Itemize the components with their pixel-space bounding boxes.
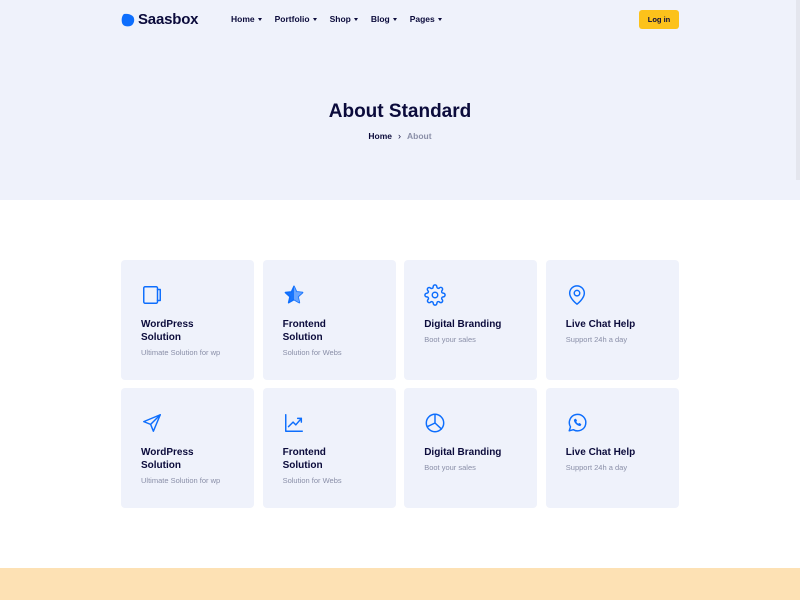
page-title: About Standard	[328, 101, 472, 122]
card-subtitle: Boot your sales	[424, 335, 476, 344]
features-grid: WordPress Solution Ultimate Solution for…	[121, 260, 679, 508]
card-title: Live Chat Help	[565, 447, 636, 458]
feature-card[interactable]: WordPress Solution Ultimate Solution for…	[121, 388, 254, 508]
menu-item-shop[interactable]: Shop	[330, 14, 358, 24]
main-menu: Home Portfolio Shop Blog Pages	[231, 14, 455, 24]
brand-name: Saasbox	[138, 11, 199, 28]
menu-item-home[interactable]: Home	[231, 14, 262, 24]
feature-card[interactable]: Digital Branding Boot your sales	[404, 260, 538, 380]
menu-item-blog[interactable]: Blog	[371, 14, 397, 24]
card-title: Frontend Solution	[282, 447, 326, 471]
card-subtitle: Support 24h a day	[565, 463, 628, 472]
trending-up-icon	[284, 414, 303, 432]
feature-card[interactable]: Frontend Solution Solution for Webs	[262, 260, 396, 380]
chevron-down-icon	[353, 17, 358, 21]
feature-card[interactable]: Live Chat Help Support 24h a day	[545, 260, 679, 380]
menu-item-label: Home	[231, 14, 255, 24]
send-icon	[143, 414, 161, 432]
feature-card[interactable]: Frontend Solution Solution for Webs	[262, 388, 396, 508]
card-subtitle: Support 24h a day	[565, 335, 628, 344]
card-title: Live Chat Help	[565, 319, 636, 330]
card-title: WordPress Solution	[141, 319, 194, 343]
scrollbar[interactable]	[796, 0, 800, 180]
menu-item-pages[interactable]: Pages	[410, 14, 442, 24]
tablet-icon	[143, 286, 161, 304]
navbar: Saasbox Home Portfolio Shop Blog Pages L…	[121, 10, 679, 30]
gear-icon	[424, 284, 446, 306]
card-subtitle: Solution for Webs	[282, 476, 342, 485]
chevron-down-icon	[392, 17, 397, 21]
card-subtitle: Ultimate Solution for wp	[141, 348, 221, 357]
feature-card[interactable]: Live Chat Help Support 24h a day	[545, 388, 679, 508]
card-title: Frontend Solution	[282, 319, 326, 343]
login-button[interactable]: Log in	[639, 10, 679, 29]
menu-item-label: Shop	[329, 14, 351, 24]
card-title: WordPress Solution	[141, 447, 194, 471]
card-subtitle: Solution for Webs	[282, 348, 342, 357]
breadcrumb-home-link[interactable]: Home	[368, 131, 392, 141]
breadcrumb-current: About	[407, 131, 432, 141]
logo[interactable]: Saasbox	[121, 11, 199, 28]
whatsapp-icon	[568, 413, 587, 432]
card-title: Digital Branding	[424, 319, 502, 330]
menu-item-portfolio[interactable]: Portfolio	[275, 14, 317, 24]
footer-band	[0, 568, 800, 600]
menu-item-label: Blog	[370, 14, 390, 24]
map-pin-icon	[568, 285, 585, 305]
chevron-down-icon	[312, 17, 317, 21]
breadcrumb: Home › About	[0, 131, 800, 141]
chevron-down-icon	[257, 17, 262, 21]
card-subtitle: Boot your sales	[424, 463, 476, 472]
chevron-down-icon	[437, 17, 442, 21]
menu-item-label: Pages	[409, 14, 435, 24]
hero-section: Saasbox Home Portfolio Shop Blog Pages L…	[0, 0, 800, 200]
pie-chart-icon	[425, 413, 445, 433]
breadcrumb-separator-icon: ›	[398, 131, 402, 141]
feature-card[interactable]: WordPress Solution Ultimate Solution for…	[121, 260, 254, 380]
feature-card[interactable]: Digital Branding Boot your sales	[404, 388, 538, 508]
card-subtitle: Ultimate Solution for wp	[141, 476, 221, 485]
card-title: Digital Branding	[424, 447, 502, 458]
logo-icon	[121, 13, 135, 26]
menu-item-label: Portfolio	[274, 14, 310, 24]
star-icon	[284, 285, 303, 304]
